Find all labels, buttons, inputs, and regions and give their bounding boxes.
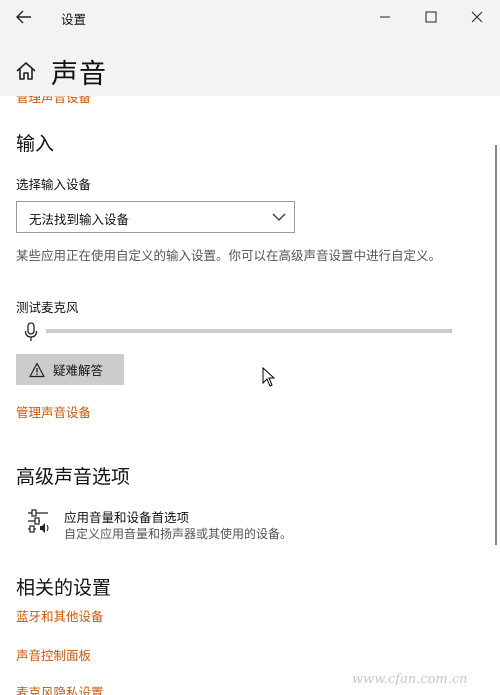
mixer-sliders-icon	[28, 509, 49, 533]
input-device-dropdown[interactable]: 无法找到输入设备	[16, 201, 295, 233]
app-volume-item[interactable]: 应用音量和设备首选项 自定义应用音量和扬声器或其使用的设备。	[16, 504, 476, 544]
back-button[interactable]	[12, 6, 36, 28]
sound-control-panel-link[interactable]: 声音控制面板	[16, 645, 91, 664]
back-arrow-icon	[16, 10, 31, 24]
manage-sound-devices-link[interactable]: 管理声音设备	[16, 402, 91, 421]
settings-content: 管理声音设备 输入 选择输入设备 无法找到输入设备 某些应用正在使用自定义的输入…	[0, 96, 500, 695]
troubleshoot-button[interactable]: 疑难解答	[16, 354, 124, 385]
troubleshoot-label: 疑难解答	[53, 363, 104, 378]
close-icon	[471, 11, 483, 23]
maximize-icon	[425, 11, 437, 23]
mouse-cursor-icon	[262, 367, 276, 387]
warning-icon	[29, 362, 45, 377]
scrollbar[interactable]	[495, 145, 497, 545]
input-description: 某些应用正在使用自定义的输入设置。你可以在高级声音设置中进行自定义。	[16, 248, 442, 263]
home-icon[interactable]	[15, 60, 37, 82]
title-bar: 设置	[0, 0, 500, 34]
page-title: 声音	[51, 59, 107, 90]
mic-test-label: 测试麦克风	[16, 300, 79, 315]
microphone-privacy-link[interactable]: 麦克风隐私设置	[16, 682, 104, 695]
close-button[interactable]	[462, 4, 492, 30]
cut-off-link[interactable]: 管理声音设备	[16, 96, 91, 106]
chevron-down-icon	[272, 213, 286, 221]
watermark: www.cfan.com.cn	[352, 672, 468, 687]
mic-level-meter	[46, 329, 452, 333]
minimize-icon	[380, 16, 390, 18]
page-header: 声音	[0, 34, 500, 96]
app-volume-title: 应用音量和设备首选项	[64, 510, 190, 525]
microphone-icon	[24, 322, 38, 341]
app-volume-subtitle: 自定义应用音量和扬声器或其使用的设备。	[64, 527, 293, 541]
bluetooth-devices-link[interactable]: 蓝牙和其他设备	[16, 606, 104, 625]
related-settings-heading: 相关的设置	[16, 577, 112, 599]
maximize-button[interactable]	[416, 4, 446, 30]
minimize-button[interactable]	[370, 4, 400, 30]
select-input-label: 选择输入设备	[16, 177, 92, 192]
input-heading: 输入	[16, 133, 55, 155]
advanced-heading: 高级声音选项	[16, 466, 131, 488]
window-title: 设置	[61, 12, 87, 27]
dropdown-value: 无法找到输入设备	[29, 212, 130, 227]
